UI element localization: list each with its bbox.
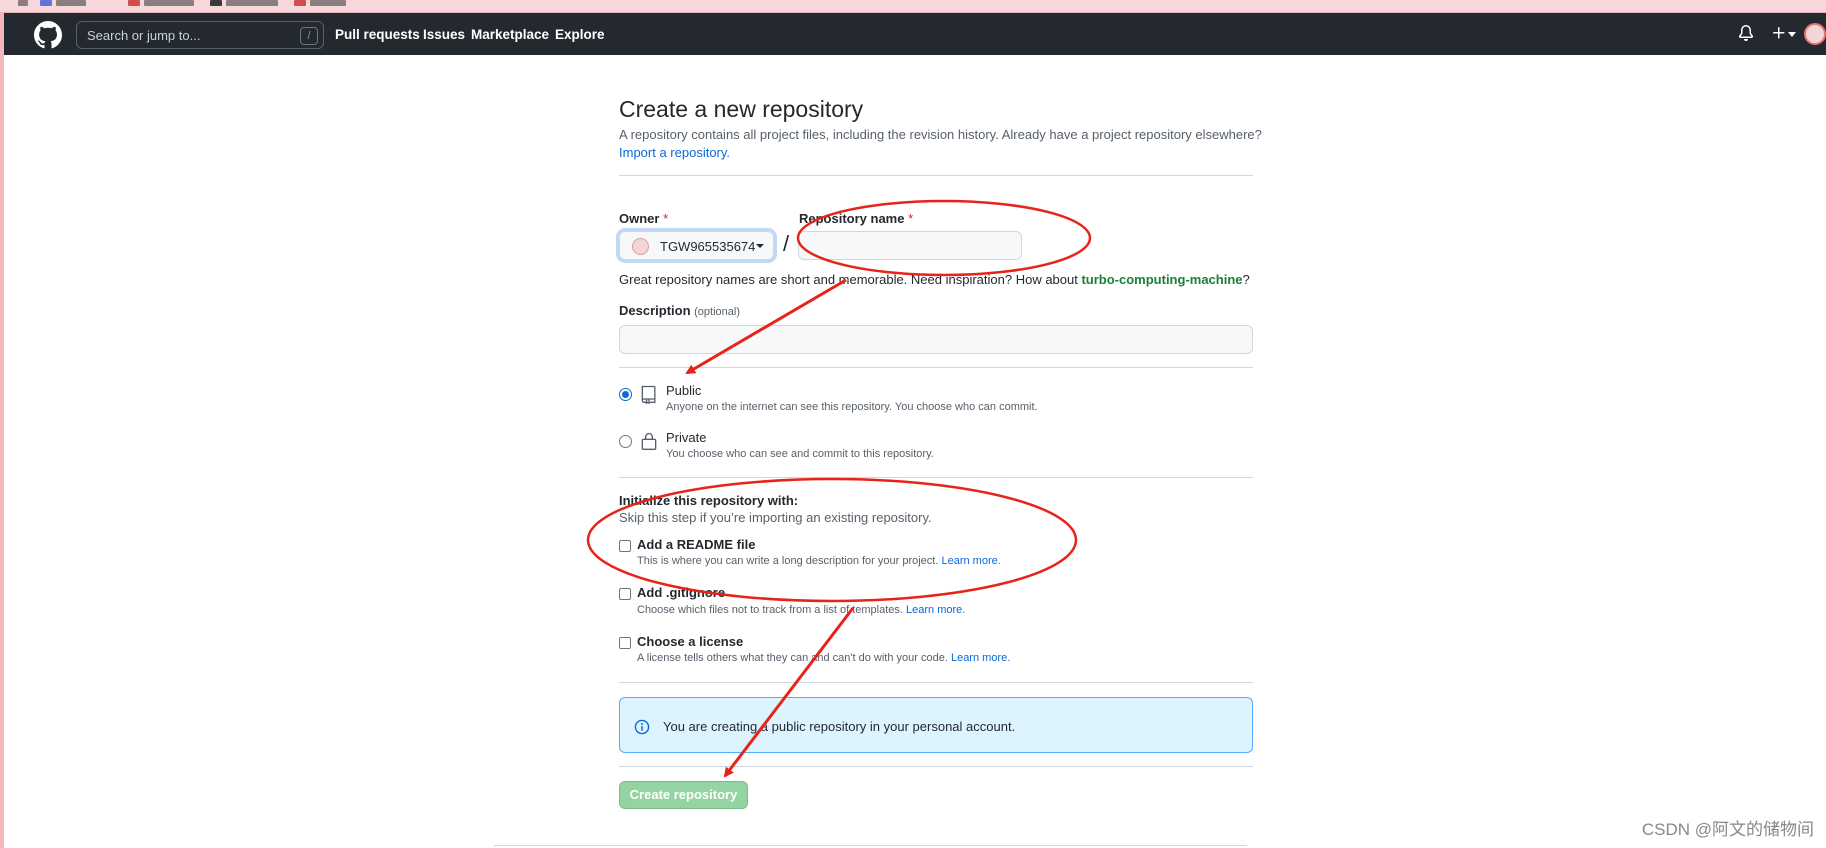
github-logo-icon[interactable] (34, 21, 62, 49)
nav-pull-requests[interactable]: Pull requests (335, 27, 420, 42)
required-mark: * (663, 211, 669, 226)
repo-name-input[interactable] (798, 231, 1022, 260)
initialize-heading: Initialize this repository with: (619, 493, 799, 508)
private-option-title: Private (666, 430, 707, 445)
private-option-desc: You choose who can see and commit to thi… (666, 448, 934, 460)
license-option-title[interactable]: Choose a license (637, 634, 743, 649)
nav-issues[interactable]: Issues (423, 27, 465, 42)
divider (619, 766, 1253, 767)
create-new-plus-icon[interactable] (1771, 25, 1787, 41)
initialize-subheading: Skip this step if you’re importing an ex… (619, 510, 932, 525)
readme-option-title[interactable]: Add a README file (637, 537, 755, 552)
lock-icon (641, 432, 657, 450)
gitignore-checkbox[interactable] (619, 588, 631, 600)
back-icon[interactable] (18, 0, 28, 6)
page-subtitle: A repository contains all project files,… (619, 127, 1262, 142)
owner-label-text: Owner (619, 211, 660, 226)
nav-marketplace[interactable]: Marketplace (471, 27, 549, 42)
csdn-watermark: CSDN @阿文的储物间 (1641, 820, 1814, 839)
divider (619, 175, 1253, 176)
hint-end: ? (1242, 272, 1250, 287)
repo-name-suggestion[interactable]: turbo-computing-machine (1081, 272, 1242, 287)
gitignore-desc-text: Choose which files not to track from a l… (637, 604, 903, 616)
footer-divider (494, 845, 1247, 846)
chevron-down-icon (756, 244, 764, 248)
search-shortcut-badge: / (300, 27, 318, 45)
bookmark-icon[interactable] (294, 0, 306, 6)
license-checkbox[interactable] (619, 637, 631, 649)
license-desc-text: A license tells others what they can and… (637, 652, 948, 664)
optional-tag: (optional) (694, 306, 740, 318)
github-header: Search or jump to... / Pull requests Iss… (4, 13, 1826, 55)
public-radio[interactable] (619, 388, 632, 401)
public-option-desc: Anyone on the internet can see this repo… (666, 401, 1038, 413)
bookmark-icon[interactable] (210, 0, 222, 6)
page-title: Create a new repository (619, 96, 864, 122)
owner-label: Owner * (619, 211, 668, 226)
info-flash: You are creating a public repository in … (619, 697, 1253, 753)
description-label-text: Description (619, 303, 691, 318)
readme-desc-text: This is where you can write a long descr… (637, 555, 939, 567)
divider (619, 367, 1253, 368)
bookmark-icon[interactable] (40, 0, 52, 6)
owner-dropdown[interactable]: TGW965535674 (619, 231, 774, 260)
bookmark-item[interactable] (310, 0, 346, 6)
gitignore-learn-more-link[interactable]: Learn more. (906, 604, 965, 616)
bookmark-icon[interactable] (128, 0, 140, 6)
bookmark-item[interactable] (56, 0, 86, 6)
search-input[interactable]: Search or jump to... / (76, 21, 324, 49)
import-repository-link[interactable]: Import a repository. (619, 145, 730, 160)
gitignore-option-title[interactable]: Add .gitignore (637, 585, 725, 600)
search-placeholder: Search or jump to... (87, 28, 201, 43)
description-label: Description (optional) (619, 303, 740, 318)
gitignore-option-desc: Choose which files not to track from a l… (637, 604, 965, 616)
user-avatar[interactable] (1804, 23, 1826, 45)
bookmark-item[interactable] (144, 0, 194, 6)
notifications-bell-icon[interactable] (1738, 25, 1754, 41)
repo-name-hint: Great repository names are short and mem… (619, 272, 1250, 287)
create-repository-button[interactable]: Create repository (619, 781, 748, 809)
description-input[interactable] (619, 325, 1253, 354)
hint-text: Great repository names are short and mem… (619, 272, 1082, 287)
license-option-desc: A license tells others what they can and… (637, 652, 1010, 664)
private-radio[interactable] (619, 435, 632, 448)
bookmark-item[interactable] (226, 0, 278, 6)
info-icon (634, 719, 650, 735)
readme-option-desc: This is where you can write a long descr… (637, 555, 1001, 567)
public-option-title: Public (666, 383, 702, 398)
window-edge (0, 13, 4, 848)
chevron-down-icon[interactable] (1788, 32, 1796, 37)
owner-name: TGW965535674 (660, 239, 756, 254)
readme-checkbox[interactable] (619, 540, 631, 552)
info-text: You are creating a public repository in … (663, 719, 1016, 734)
owner-repo-separator: / (783, 231, 790, 256)
repo-book-icon (641, 385, 656, 405)
divider (619, 682, 1253, 683)
license-learn-more-link[interactable]: Learn more. (951, 652, 1010, 664)
owner-avatar (632, 238, 649, 255)
divider (619, 477, 1253, 478)
nav-explore[interactable]: Explore (555, 27, 605, 42)
readme-learn-more-link[interactable]: Learn more. (941, 555, 1000, 567)
required-mark: * (908, 211, 914, 226)
repo-name-label: Repository name * (799, 211, 913, 226)
browser-bookmarks-bar (0, 0, 1826, 13)
repo-name-label-text: Repository name (799, 211, 905, 226)
